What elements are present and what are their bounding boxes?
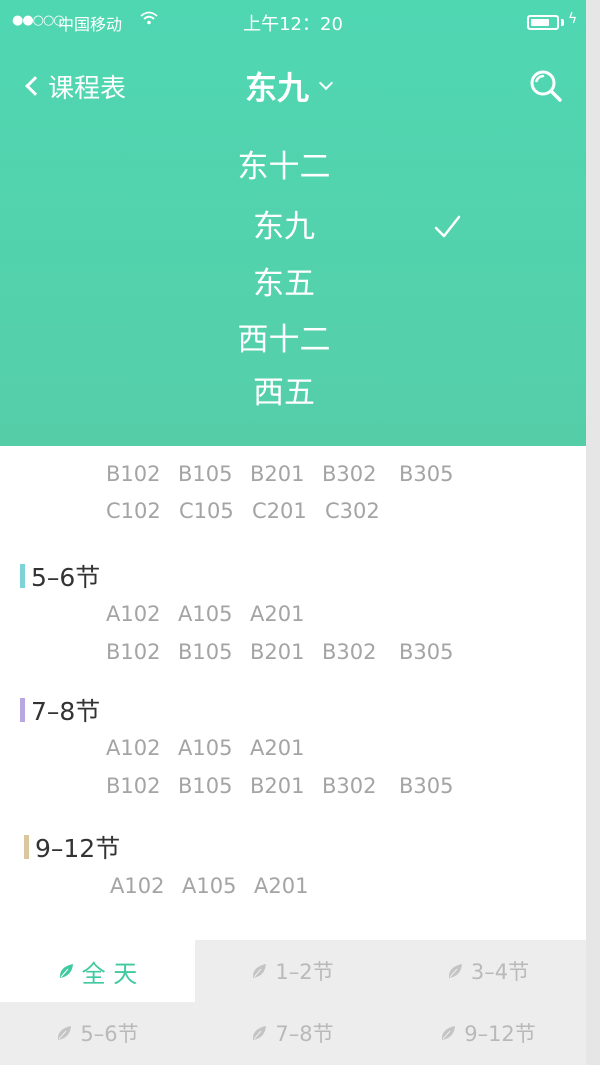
building-selector[interactable]: 东九 bbox=[245, 64, 334, 108]
tab-label: 5–6节 bbox=[80, 1022, 139, 1046]
leaf-icon bbox=[442, 1026, 456, 1040]
section-title: 7–8节 bbox=[31, 697, 101, 726]
room-item[interactable]: A105 bbox=[178, 602, 250, 626]
tab-label: 3–4节 bbox=[470, 960, 530, 984]
room-item[interactable]: C302 bbox=[325, 499, 397, 523]
room-item[interactable]: B302 bbox=[322, 462, 399, 486]
dropdown-option[interactable]: 西五 bbox=[0, 368, 568, 418]
room-item[interactable]: A102 bbox=[106, 602, 178, 626]
chevron-down-icon bbox=[318, 75, 334, 91]
tab-label: 1–2节 bbox=[275, 960, 334, 984]
room-item[interactable]: B302 bbox=[322, 640, 399, 664]
tab-period-9-12[interactable]: 9–12节 bbox=[390, 1002, 586, 1064]
search-icon bbox=[530, 70, 562, 102]
dropdown-option[interactable]: 东十二 bbox=[0, 142, 568, 192]
period-tab-bar: 全 天 1–2节 3–4节 5–6节 7–8节 9–12节 bbox=[0, 940, 586, 1065]
room-row: A102 A105 A201 bbox=[110, 874, 326, 898]
room-item[interactable]: A105 bbox=[182, 874, 254, 898]
clock: 上午12：20 bbox=[243, 14, 343, 35]
battery-tip bbox=[561, 19, 564, 26]
room-item[interactable]: C201 bbox=[252, 499, 325, 523]
room-item[interactable]: B102 bbox=[106, 462, 178, 486]
room-item[interactable]: B305 bbox=[399, 774, 471, 798]
room-item[interactable]: B305 bbox=[399, 640, 471, 664]
dropdown-option-selected[interactable]: 东九 bbox=[0, 202, 568, 252]
page-title: 东九 bbox=[245, 69, 310, 107]
section-title: 9–12节 bbox=[35, 834, 121, 863]
dropdown-option[interactable]: 东五 bbox=[0, 259, 568, 309]
section-marker bbox=[20, 564, 25, 588]
tab-period-7-8[interactable]: 7–8节 bbox=[195, 1002, 390, 1064]
room-item[interactable]: B302 bbox=[322, 774, 399, 798]
room-item[interactable]: A102 bbox=[110, 874, 182, 898]
leaf-icon bbox=[58, 1026, 72, 1040]
room-item[interactable]: B201 bbox=[250, 774, 322, 798]
room-item[interactable]: B105 bbox=[178, 774, 250, 798]
battery-icon bbox=[527, 15, 559, 30]
section-header-5-6: 5–6节 bbox=[20, 558, 100, 594]
tab-period-3-4[interactable]: 3–4节 bbox=[390, 940, 586, 1002]
tab-all-day[interactable]: 全 天 bbox=[0, 940, 195, 1002]
room-item[interactable]: C102 bbox=[106, 499, 179, 523]
status-bar: ●●○○○ 中国移动 上午12：20 ϟ bbox=[0, 0, 586, 44]
room-row: B102 B105 B201 B302 B305 bbox=[106, 462, 471, 486]
back-chevron-icon bbox=[25, 76, 45, 96]
tab-period-1-2[interactable]: 1–2节 bbox=[195, 940, 390, 1002]
checkmark-icon bbox=[434, 215, 461, 238]
back-button-label: 课程表 bbox=[48, 73, 127, 104]
section-marker bbox=[20, 698, 25, 722]
room-row: B102 B105 B201 B302 B305 bbox=[106, 774, 471, 798]
tab-label: 9–12节 bbox=[464, 1022, 536, 1046]
room-item[interactable]: A201 bbox=[250, 602, 322, 626]
room-item[interactable]: A201 bbox=[250, 736, 322, 760]
header-panel: ●●○○○ 中国移动 上午12：20 ϟ 课程表 东九 东十二 东九 东五 西十… bbox=[0, 0, 586, 446]
schedule-list: B102 B105 B201 B302 B305 C102 C105 C201 … bbox=[0, 446, 586, 940]
leaf-icon bbox=[59, 964, 73, 978]
leaf-icon bbox=[448, 964, 462, 978]
dropdown-option[interactable]: 西十二 bbox=[0, 315, 568, 365]
room-item[interactable]: B201 bbox=[250, 640, 322, 664]
room-item[interactable]: B305 bbox=[399, 462, 471, 486]
room-item[interactable]: B102 bbox=[106, 774, 178, 798]
room-item[interactable]: A201 bbox=[254, 874, 326, 898]
room-row: B102 B105 B201 B302 B305 bbox=[106, 640, 471, 664]
room-item[interactable]: B105 bbox=[178, 462, 250, 486]
section-title: 5–6节 bbox=[31, 563, 101, 592]
room-row: A102 A105 A201 bbox=[106, 736, 322, 760]
charging-icon: ϟ bbox=[568, 11, 578, 27]
room-item[interactable]: B201 bbox=[250, 462, 322, 486]
leaf-icon bbox=[253, 1026, 267, 1040]
tab-label: 7–8节 bbox=[275, 1022, 334, 1046]
room-row: A102 A105 A201 bbox=[106, 602, 322, 626]
section-header-9-12: 9–12节 bbox=[24, 829, 120, 865]
back-button[interactable]: 课程表 bbox=[22, 68, 126, 104]
screen-edge bbox=[586, 0, 600, 1065]
room-item[interactable]: C105 bbox=[179, 499, 252, 523]
battery-level bbox=[531, 19, 549, 26]
app-screen: ●●○○○ 中国移动 上午12：20 ϟ 课程表 东九 东十二 东九 东五 西十… bbox=[0, 0, 586, 1065]
room-item[interactable]: B102 bbox=[106, 640, 178, 664]
search-button[interactable] bbox=[528, 68, 564, 104]
tab-label: 全 天 bbox=[81, 959, 138, 988]
room-item[interactable]: B105 bbox=[178, 640, 250, 664]
nav-bar: 课程表 东九 bbox=[0, 56, 586, 116]
leaf-icon bbox=[253, 964, 267, 978]
section-header-7-8: 7–8节 bbox=[20, 692, 100, 728]
section-marker bbox=[24, 835, 29, 859]
room-row: C102 C105 C201 C302 bbox=[106, 499, 397, 523]
room-item[interactable]: A105 bbox=[178, 736, 250, 760]
tab-period-5-6[interactable]: 5–6节 bbox=[0, 1002, 195, 1064]
room-item[interactable]: A102 bbox=[106, 736, 178, 760]
